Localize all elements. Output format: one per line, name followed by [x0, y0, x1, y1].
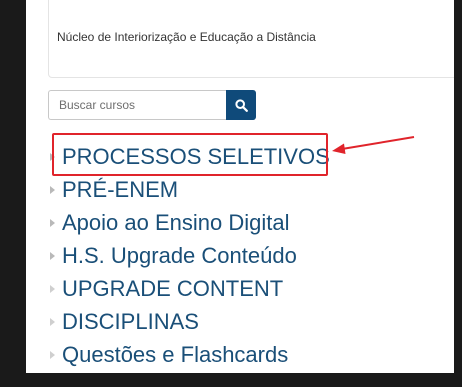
course-category-panel: Núcleo de Interiorização e Educação a Di…	[26, 0, 454, 373]
category-label: PRÉ-ENEM	[62, 176, 179, 202]
site-description-box: Núcleo de Interiorização e Educação a Di…	[48, 0, 454, 78]
caret-right-icon	[50, 317, 55, 326]
category-apoio-ensino-digital[interactable]: Apoio ao Ensino Digital	[50, 206, 330, 239]
site-description: Núcleo de Interiorização e Educação a Di…	[57, 30, 316, 44]
category-list: PROCESSOS SELETIVOS PRÉ-ENEM Apoio ao En…	[50, 140, 330, 371]
category-hs-upgrade-conteudo[interactable]: H.S. Upgrade Conteúdo	[50, 239, 330, 272]
caret-right-icon	[50, 185, 55, 194]
category-disciplinas[interactable]: DISCIPLINAS	[50, 305, 330, 338]
course-search	[48, 90, 256, 120]
search-input[interactable]	[48, 90, 226, 120]
category-upgrade-content[interactable]: UPGRADE CONTENT	[50, 272, 330, 305]
caret-right-icon	[50, 350, 55, 359]
caret-right-icon	[50, 251, 55, 260]
category-pre-enem[interactable]: PRÉ-ENEM	[50, 173, 330, 206]
category-label: UPGRADE CONTENT	[62, 275, 284, 301]
category-label: Apoio ao Ensino Digital	[62, 209, 290, 235]
search-icon	[234, 98, 248, 112]
caret-right-icon	[50, 284, 55, 293]
category-label: PROCESSOS SELETIVOS	[62, 143, 330, 169]
category-processos-seletivos[interactable]: PROCESSOS SELETIVOS	[50, 140, 330, 173]
caret-right-icon	[50, 152, 55, 161]
bottom-frame-border	[0, 373, 462, 387]
left-frame-border	[0, 0, 26, 387]
category-questoes-flashcards[interactable]: Questões e Flashcards	[50, 338, 330, 371]
category-label: Questões e Flashcards	[62, 341, 289, 367]
category-label: DISCIPLINAS	[62, 308, 199, 334]
category-label: H.S. Upgrade Conteúdo	[62, 242, 297, 268]
right-frame-border	[454, 0, 462, 387]
caret-right-icon	[50, 218, 55, 227]
annotation-arrow-icon	[332, 136, 415, 154]
search-button[interactable]	[226, 90, 256, 120]
